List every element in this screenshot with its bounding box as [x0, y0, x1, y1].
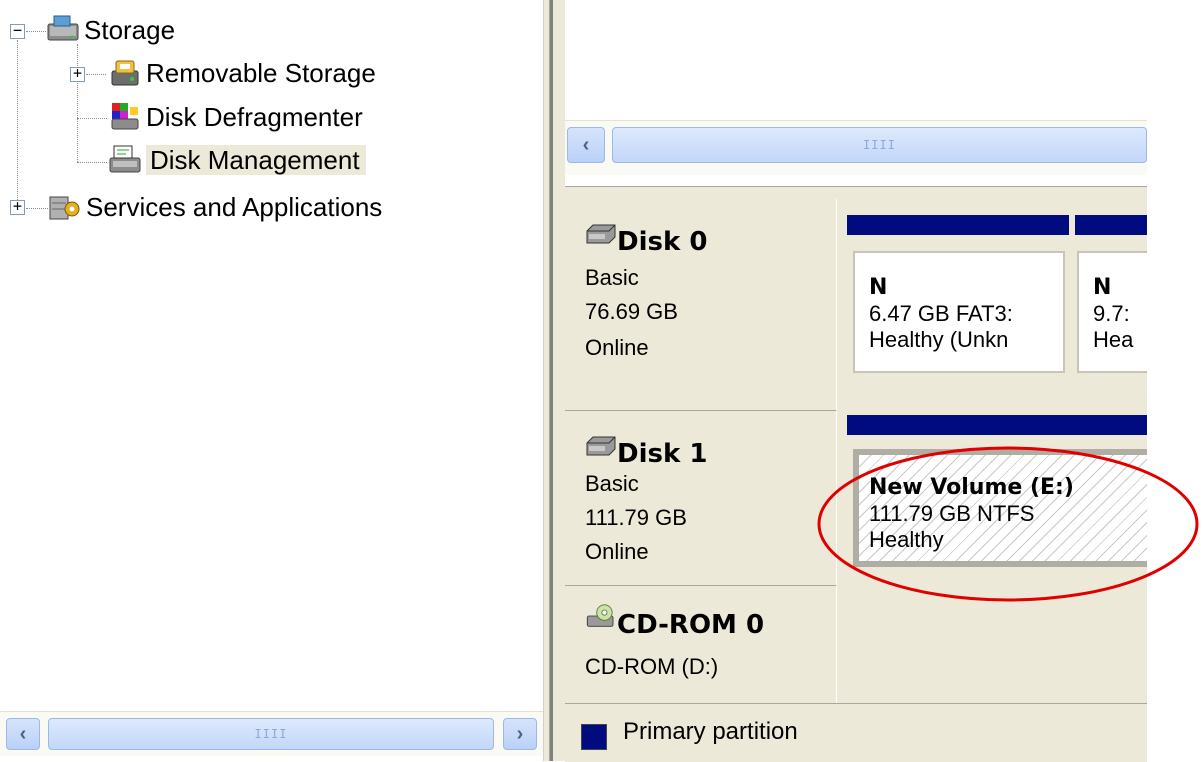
tree-connector	[26, 208, 48, 209]
tree-item-disk-management[interactable]: Disk Management	[146, 144, 366, 176]
partition-title: N	[869, 275, 888, 300]
pane-splitter-edge	[553, 0, 565, 761]
collapse-storage-button[interactable]: −	[10, 23, 25, 39]
tree-item-storage[interactable]: Storage	[84, 14, 175, 46]
disk-0-size: 76.69 GB	[585, 299, 678, 324]
tree-connector	[77, 118, 107, 119]
disk-1-size: 111.79 GB	[585, 505, 687, 530]
tree-item-removable-storage[interactable]: Removable Storage	[146, 57, 376, 89]
disk-0-label[interactable]: Disk 0 Basic 76.69 GB Online	[565, 199, 837, 411]
tree-connector	[86, 74, 106, 75]
disk-0-type: Basic	[585, 265, 639, 290]
tree-item-label: Disk Management	[146, 145, 366, 175]
disk-1-name: Disk 1	[617, 439, 708, 469]
tree-item-disk-defragmenter[interactable]: Disk Defragmenter	[146, 101, 363, 133]
partition-size: 6.47 GB FAT3:	[869, 301, 1013, 326]
partition-status: Healthy (Unkn	[869, 327, 1009, 352]
disk-0-name: Disk 0	[617, 227, 708, 257]
chevron-right-icon: ›	[516, 722, 524, 745]
disk-icon	[586, 224, 616, 244]
tree-connector	[17, 40, 18, 210]
disk-management-icon	[109, 145, 141, 173]
expand-removable-storage-button[interactable]: +	[70, 66, 85, 82]
storage-icon	[47, 15, 79, 41]
tree-item-services-and-applications[interactable]: Services and Applications	[86, 191, 382, 223]
removable-storage-icon	[111, 60, 139, 86]
disk-0-partition-2[interactable]: N 9.7: Hea	[1077, 251, 1147, 373]
cdrom-0-label[interactable]: CD-ROM 0 CD-ROM (D:)	[565, 586, 837, 704]
chevron-left-icon: ‹	[19, 722, 27, 745]
primary-partition-swatch	[581, 724, 607, 750]
partition-size: 9.7:	[1093, 301, 1130, 326]
legend-primary-partition: Primary partition	[623, 718, 798, 745]
cdrom-0-drive: CD-ROM (D:)	[585, 654, 719, 679]
cdrom-0-name: CD-ROM 0	[617, 610, 765, 640]
services-icon	[49, 196, 80, 220]
disk-1-label[interactable]: Disk 1 Basic 111.79 GB Online	[565, 411, 837, 586]
partition-title: N	[1093, 275, 1112, 300]
disk-1-status: Online	[585, 539, 649, 564]
tree-connector	[26, 31, 46, 32]
scroll-right-button[interactable]: ›	[503, 718, 537, 750]
pane-splitter[interactable]	[543, 0, 550, 761]
tree-connector	[77, 44, 78, 162]
chevron-left-icon: ‹	[582, 133, 590, 156]
expand-services-button[interactable]: +	[10, 199, 25, 215]
volume-scroll-left-button[interactable]: ‹	[567, 127, 605, 163]
volume-scrollbar-thumb[interactable]: IIII	[612, 127, 1147, 163]
highlight-ellipse	[817, 446, 1199, 602]
tree-connector	[77, 162, 107, 163]
partition-header-bar	[847, 215, 1069, 235]
disk-0-status: Online	[585, 335, 649, 360]
disk-icon	[586, 436, 616, 456]
grip-icon: IIII	[254, 727, 288, 741]
console-tree-pane: − Storage + Removable Storage Disk Defra…	[0, 0, 543, 761]
scroll-left-button[interactable]: ‹	[6, 718, 40, 750]
disk-0-partition-1[interactable]: N 6.47 GB FAT3: Healthy (Unkn	[853, 251, 1065, 373]
disk-1-type: Basic	[585, 471, 639, 496]
defragmenter-icon	[111, 103, 139, 130]
partition-header-bar	[1075, 215, 1147, 235]
cdrom-icon	[586, 604, 614, 627]
partition-status: Hea	[1093, 327, 1134, 352]
grip-icon: IIII	[863, 138, 896, 152]
partition-header-bar	[847, 415, 1147, 435]
legend: Primary partition	[565, 703, 1147, 762]
scrollbar-thumb[interactable]: IIII	[48, 718, 494, 750]
